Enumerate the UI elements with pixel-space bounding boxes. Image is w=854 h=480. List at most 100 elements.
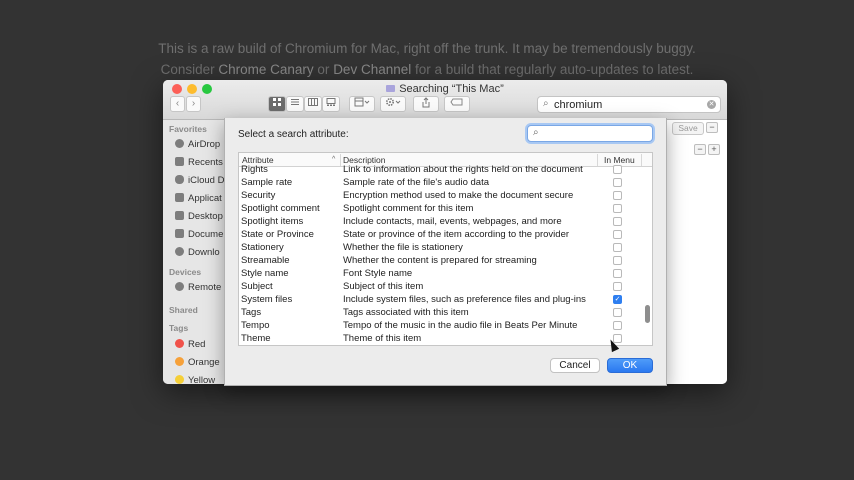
sidebar-item-label: Orange bbox=[188, 357, 220, 368]
sidebar-item-tag-yellow[interactable]: Yellow bbox=[175, 375, 215, 384]
attribute-table: Attribute ^ Description In Menu Rights Li… bbox=[238, 152, 653, 346]
back-button[interactable]: ‹ bbox=[170, 96, 185, 112]
clear-search-icon[interactable]: ✕ bbox=[707, 100, 716, 109]
description-cell: Whether the file is stationery bbox=[343, 242, 463, 253]
downloads-icon bbox=[175, 247, 184, 256]
columns-icon bbox=[308, 98, 318, 106]
group-by-button[interactable] bbox=[349, 96, 375, 112]
ok-button[interactable]: OK bbox=[607, 358, 653, 373]
grid-icon bbox=[273, 98, 281, 106]
table-row[interactable]: Sample rate Sample rate of the file's aud… bbox=[239, 177, 643, 190]
table-scrollbar[interactable] bbox=[645, 305, 650, 323]
table-row[interactable]: System files Include system files, such a… bbox=[239, 294, 643, 307]
add-rule-button[interactable]: + bbox=[708, 144, 720, 155]
attribute-search-field[interactable]: ⌕ bbox=[527, 125, 653, 142]
cancel-button[interactable]: Cancel bbox=[550, 358, 600, 373]
action-button[interactable] bbox=[380, 96, 406, 112]
forward-button[interactable]: › bbox=[186, 96, 201, 112]
red-tag-dot-icon bbox=[175, 339, 184, 348]
in-menu-checkbox[interactable] bbox=[613, 321, 622, 330]
in-menu-checkbox[interactable] bbox=[613, 178, 622, 187]
tag-icon bbox=[450, 98, 463, 106]
sidebar-item-tag-red[interactable]: Red bbox=[175, 339, 205, 350]
table-row[interactable]: Tags Tags associated with this item bbox=[239, 307, 643, 320]
table-row[interactable]: Security Encryption method used to make t… bbox=[239, 190, 643, 203]
sidebar-item-label: Remote bbox=[188, 282, 222, 293]
in-menu-checkbox[interactable] bbox=[613, 256, 622, 265]
list-view-button[interactable] bbox=[286, 96, 304, 112]
disc-icon bbox=[175, 282, 184, 291]
gallery-view-button[interactable] bbox=[322, 96, 340, 112]
description-cell: Link to information about the rights hel… bbox=[343, 164, 583, 175]
in-menu-checkbox[interactable] bbox=[613, 191, 622, 200]
search-attribute-dialog: Select a search attribute: ⌕ Attribute ^… bbox=[224, 118, 667, 386]
sidebar-item-downloads[interactable]: Downlo bbox=[175, 247, 220, 258]
table-row[interactable]: Tempo Tempo of the music in the audio fil… bbox=[239, 320, 643, 333]
table-row[interactable]: Style name Font Style name bbox=[239, 268, 643, 281]
attribute-cell: System files bbox=[241, 294, 293, 305]
attribute-cell: Tags bbox=[241, 307, 262, 318]
in-menu-checkbox[interactable] bbox=[613, 165, 622, 174]
sidebar-item-icloud[interactable]: iCloud D bbox=[175, 175, 224, 186]
description-cell: Whether the content is prepared for stre… bbox=[343, 255, 537, 266]
sidebar-item-airdrop[interactable]: AirDrop bbox=[175, 139, 220, 150]
dev-channel-link[interactable]: Dev Channel bbox=[333, 62, 411, 77]
table-row[interactable]: Rights Link to information about the righ… bbox=[239, 164, 643, 177]
sidebar-item-label: Yellow bbox=[188, 375, 216, 384]
chrome-canary-link[interactable]: Chrome Canary bbox=[218, 62, 313, 77]
attribute-cell: Rights bbox=[241, 164, 268, 175]
table-row[interactable]: Spotlight items Include contacts, mail, e… bbox=[239, 216, 643, 229]
dialog-prompt: Select a search attribute: bbox=[238, 129, 349, 140]
applications-icon bbox=[175, 193, 184, 202]
sort-indicator-icon: ^ bbox=[332, 156, 336, 163]
finder-search-field[interactable]: ⌕ chromium ✕ bbox=[537, 96, 721, 113]
sidebar-item-recents[interactable]: Recents bbox=[175, 157, 223, 168]
table-row[interactable]: Theme Theme of this item bbox=[239, 333, 643, 345]
table-row[interactable]: Stationery Whether the file is stationery bbox=[239, 242, 643, 255]
table-row[interactable]: Subject Subject of this item bbox=[239, 281, 643, 294]
finder-search-value[interactable]: chromium bbox=[554, 99, 602, 111]
sidebar-item-tag-orange[interactable]: Orange bbox=[175, 357, 220, 368]
edit-tags-button[interactable] bbox=[444, 96, 470, 112]
in-menu-checkbox[interactable] bbox=[613, 308, 622, 317]
sidebar-item-label: iCloud D bbox=[188, 175, 225, 186]
cloud-icon bbox=[175, 175, 184, 184]
column-view-button[interactable] bbox=[304, 96, 322, 112]
save-search-button[interactable]: Save bbox=[672, 122, 704, 135]
in-menu-checkbox[interactable] bbox=[613, 282, 622, 291]
description-cell: Encryption method used to make the docum… bbox=[343, 190, 574, 201]
documents-icon bbox=[175, 229, 184, 238]
title-bar: Searching “This Mac” ‹ › ⌕ chromium ✕ bbox=[163, 80, 727, 120]
checkmark-icon: ✓ bbox=[614, 296, 621, 303]
sidebar-item-desktop[interactable]: Desktop bbox=[175, 211, 223, 222]
table-row[interactable]: Streamable Whether the content is prepare… bbox=[239, 255, 643, 268]
orange-tag-dot-icon bbox=[175, 357, 184, 366]
in-menu-checkbox[interactable] bbox=[613, 243, 622, 252]
gear-icon bbox=[385, 97, 401, 107]
description-cell: Font Style name bbox=[343, 268, 413, 279]
attribute-cell: Subject bbox=[241, 281, 273, 292]
share-button[interactable] bbox=[413, 96, 439, 112]
description-cell: Include contacts, mail, events, webpages… bbox=[343, 216, 562, 227]
search-icon: ⌕ bbox=[533, 127, 539, 138]
in-menu-checkbox[interactable] bbox=[613, 204, 622, 213]
remove-criteria-button[interactable]: − bbox=[706, 122, 718, 133]
sidebar-item-label: Downlo bbox=[188, 247, 220, 258]
sidebar-item-documents[interactable]: Docume bbox=[175, 229, 223, 240]
sidebar-item-applications[interactable]: Applicat bbox=[175, 193, 222, 204]
in-menu-checkbox[interactable] bbox=[613, 269, 622, 278]
icon-view-button[interactable] bbox=[268, 96, 286, 112]
sidebar-devices-header: Devices bbox=[169, 267, 202, 277]
attribute-cell: Sample rate bbox=[241, 177, 293, 188]
group-icon bbox=[354, 97, 370, 107]
sidebar-item-remote-disc[interactable]: Remote bbox=[175, 282, 221, 293]
desktop-icon bbox=[175, 211, 184, 220]
in-menu-checkbox[interactable] bbox=[613, 230, 622, 239]
window-title: Searching “This Mac” bbox=[163, 83, 727, 95]
in-menu-checkbox[interactable] bbox=[613, 217, 622, 226]
in-menu-checkbox[interactable]: ✓ bbox=[613, 295, 622, 304]
table-row[interactable]: State or Province State or province of th… bbox=[239, 229, 643, 242]
description-cell: Spotlight comment for this item bbox=[343, 203, 474, 214]
remove-rule-button[interactable]: − bbox=[694, 144, 706, 155]
table-row[interactable]: Spotlight comment Spotlight comment for t… bbox=[239, 203, 643, 216]
